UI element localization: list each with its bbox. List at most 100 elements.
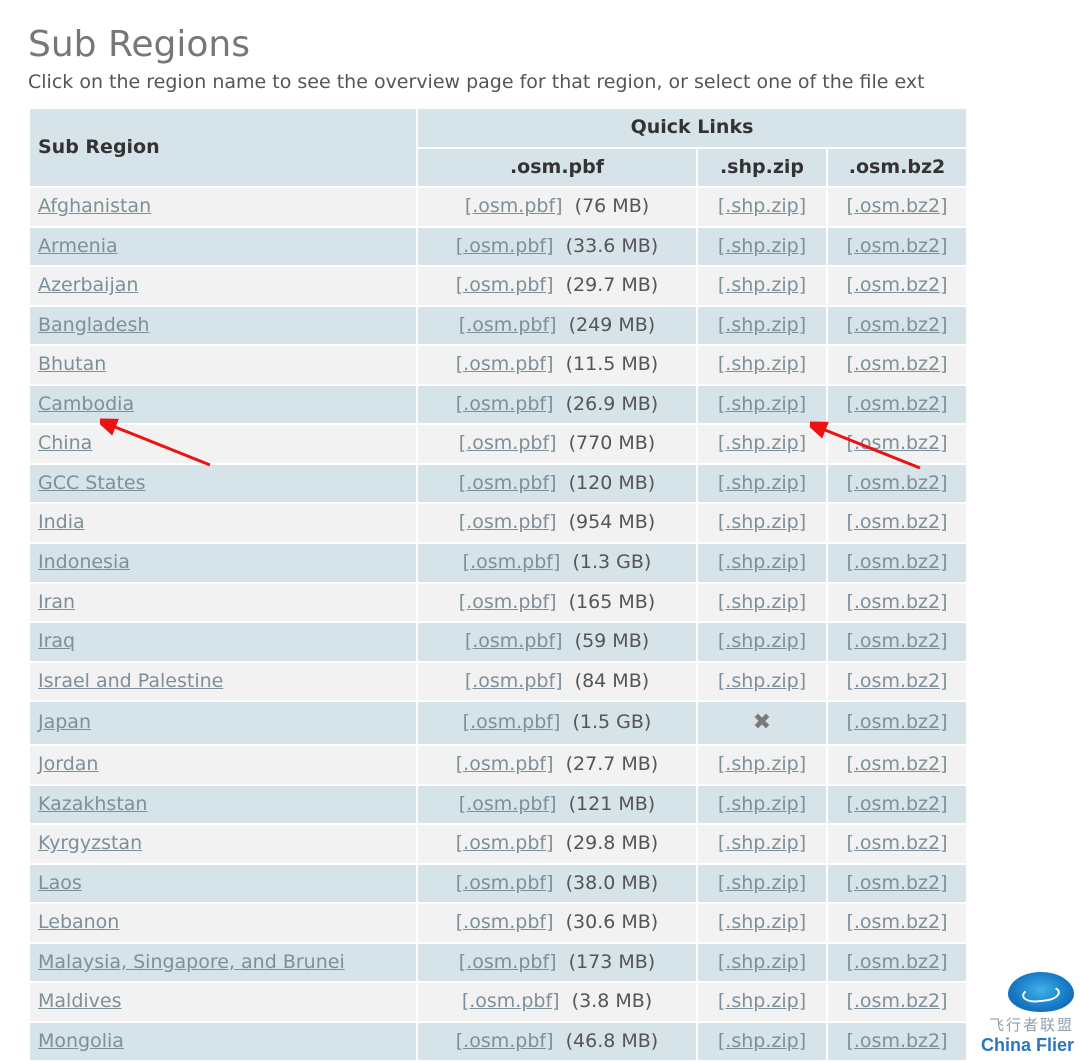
- osm-pbf-link[interactable]: [.osm.pbf]: [459, 591, 557, 613]
- osm-pbf-link[interactable]: [.osm.pbf]: [456, 911, 554, 933]
- osm-pbf-link[interactable]: [.osm.pbf]: [465, 630, 563, 652]
- shp-zip-link[interactable]: [.shp.zip]: [718, 951, 806, 973]
- page-subtitle: Click on the region name to see the over…: [28, 71, 1080, 93]
- region-link[interactable]: Cambodia: [38, 393, 134, 415]
- shp-zip-link[interactable]: [.shp.zip]: [718, 432, 806, 454]
- region-link[interactable]: Malaysia, Singapore, and Brunei: [38, 951, 345, 973]
- osm-pbf-link[interactable]: [.osm.pbf]: [462, 990, 560, 1012]
- osm-bz2-link[interactable]: [.osm.bz2]: [846, 393, 947, 415]
- osm-pbf-link[interactable]: [.osm.pbf]: [463, 551, 561, 573]
- osm-bz2-link[interactable]: [.osm.bz2]: [846, 951, 947, 973]
- shp-zip-link[interactable]: [.shp.zip]: [718, 551, 806, 573]
- file-size: (46.8 MB): [566, 1030, 659, 1052]
- osm-bz2-link[interactable]: [.osm.bz2]: [846, 551, 947, 573]
- osm-bz2-link[interactable]: [.osm.bz2]: [846, 591, 947, 613]
- region-link[interactable]: Lebanon: [38, 911, 119, 933]
- osm-bz2-link[interactable]: [.osm.bz2]: [846, 432, 947, 454]
- shp-zip-link[interactable]: [.shp.zip]: [718, 793, 806, 815]
- shp-zip-link[interactable]: [.shp.zip]: [718, 314, 806, 336]
- shp-zip-link[interactable]: [.shp.zip]: [718, 911, 806, 933]
- file-size: (121 MB): [569, 793, 656, 815]
- osm-bz2-link[interactable]: [.osm.bz2]: [846, 353, 947, 375]
- osm-pbf-link[interactable]: [.osm.pbf]: [456, 753, 554, 775]
- region-link[interactable]: Laos: [38, 872, 82, 894]
- osm-bz2-link[interactable]: [.osm.bz2]: [846, 793, 947, 815]
- osm-pbf-link[interactable]: [.osm.pbf]: [456, 1030, 554, 1052]
- region-link[interactable]: Iran: [38, 591, 75, 613]
- osm-pbf-link[interactable]: [.osm.pbf]: [463, 711, 561, 733]
- osm-pbf-link[interactable]: [.osm.pbf]: [465, 195, 563, 217]
- osm-bz2-link[interactable]: [.osm.bz2]: [846, 911, 947, 933]
- table-row: Lebanon[.osm.pbf] (30.6 MB)[.shp.zip][.o…: [29, 903, 967, 943]
- table-row: India[.osm.pbf] (954 MB)[.shp.zip][.osm.…: [29, 503, 967, 543]
- shp-zip-link[interactable]: [.shp.zip]: [718, 195, 806, 217]
- table-row: Armenia[.osm.pbf] (33.6 MB)[.shp.zip][.o…: [29, 227, 967, 267]
- shp-zip-link[interactable]: [.shp.zip]: [718, 990, 806, 1012]
- region-link[interactable]: Jordan: [38, 753, 98, 775]
- osm-bz2-link[interactable]: [.osm.bz2]: [846, 195, 947, 217]
- shp-zip-link[interactable]: [.shp.zip]: [718, 235, 806, 257]
- osm-pbf-link[interactable]: [.osm.pbf]: [465, 670, 563, 692]
- region-link[interactable]: Japan: [38, 711, 91, 733]
- region-link[interactable]: Indonesia: [38, 551, 130, 573]
- region-link[interactable]: Armenia: [38, 235, 118, 257]
- shp-zip-link[interactable]: [.shp.zip]: [718, 630, 806, 652]
- osm-bz2-link[interactable]: [.osm.bz2]: [846, 1030, 947, 1052]
- col-sub-region: Sub Region: [29, 108, 417, 187]
- osm-pbf-link[interactable]: [.osm.pbf]: [459, 314, 557, 336]
- osm-pbf-link[interactable]: [.osm.pbf]: [456, 353, 554, 375]
- osm-pbf-link[interactable]: [.osm.pbf]: [456, 274, 554, 296]
- region-link[interactable]: GCC States: [38, 472, 146, 494]
- shp-zip-link[interactable]: [.shp.zip]: [718, 353, 806, 375]
- shp-zip-link[interactable]: [.shp.zip]: [718, 753, 806, 775]
- region-link[interactable]: India: [38, 511, 85, 533]
- osm-bz2-link[interactable]: [.osm.bz2]: [846, 753, 947, 775]
- shp-zip-link[interactable]: [.shp.zip]: [718, 472, 806, 494]
- region-link[interactable]: Kyrgyzstan: [38, 832, 142, 854]
- shp-zip-link[interactable]: [.shp.zip]: [718, 670, 806, 692]
- col-quick-links: Quick Links: [417, 108, 967, 148]
- shp-zip-link[interactable]: [.shp.zip]: [718, 393, 806, 415]
- osm-bz2-link[interactable]: [.osm.bz2]: [846, 630, 947, 652]
- osm-pbf-link[interactable]: [.osm.pbf]: [459, 432, 557, 454]
- region-link[interactable]: Iraq: [38, 630, 75, 652]
- region-link[interactable]: China: [38, 432, 92, 454]
- table-row: Bangladesh[.osm.pbf] (249 MB)[.shp.zip][…: [29, 306, 967, 346]
- region-link[interactable]: Israel and Palestine: [38, 670, 223, 692]
- region-link[interactable]: Mongolia: [38, 1030, 124, 1052]
- osm-bz2-link[interactable]: [.osm.bz2]: [846, 711, 947, 733]
- osm-bz2-link[interactable]: [.osm.bz2]: [846, 314, 947, 336]
- file-size: (120 MB): [569, 472, 656, 494]
- shp-zip-link[interactable]: [.shp.zip]: [718, 1030, 806, 1052]
- osm-bz2-link[interactable]: [.osm.bz2]: [846, 872, 947, 894]
- region-link[interactable]: Bangladesh: [38, 314, 149, 336]
- shp-zip-link[interactable]: [.shp.zip]: [718, 872, 806, 894]
- osm-bz2-link[interactable]: [.osm.bz2]: [846, 832, 947, 854]
- shp-zip-link[interactable]: [.shp.zip]: [718, 832, 806, 854]
- table-row: China[.osm.pbf] (770 MB)[.shp.zip][.osm.…: [29, 424, 967, 464]
- osm-bz2-link[interactable]: [.osm.bz2]: [846, 472, 947, 494]
- osm-bz2-link[interactable]: [.osm.bz2]: [846, 670, 947, 692]
- osm-bz2-link[interactable]: [.osm.bz2]: [846, 511, 947, 533]
- region-link[interactable]: Maldives: [38, 990, 122, 1012]
- osm-pbf-link[interactable]: [.osm.pbf]: [456, 393, 554, 415]
- osm-pbf-link[interactable]: [.osm.pbf]: [459, 793, 557, 815]
- region-link[interactable]: Afghanistan: [38, 195, 151, 217]
- osm-bz2-link[interactable]: [.osm.bz2]: [846, 274, 947, 296]
- osm-bz2-link[interactable]: [.osm.bz2]: [846, 990, 947, 1012]
- region-link[interactable]: Bhutan: [38, 353, 106, 375]
- region-link[interactable]: Azerbaijan: [38, 274, 138, 296]
- shp-zip-link[interactable]: [.shp.zip]: [718, 591, 806, 613]
- osm-pbf-link[interactable]: [.osm.pbf]: [459, 951, 557, 973]
- osm-pbf-link[interactable]: [.osm.pbf]: [456, 235, 554, 257]
- shp-zip-link[interactable]: [.shp.zip]: [718, 274, 806, 296]
- osm-pbf-link[interactable]: [.osm.pbf]: [459, 511, 557, 533]
- osm-pbf-link[interactable]: [.osm.pbf]: [456, 872, 554, 894]
- osm-pbf-link[interactable]: [.osm.pbf]: [456, 832, 554, 854]
- region-link[interactable]: Kazakhstan: [38, 793, 147, 815]
- page-title: Sub Regions: [28, 24, 1080, 65]
- osm-bz2-link[interactable]: [.osm.bz2]: [846, 235, 947, 257]
- file-size: (3.8 MB): [572, 990, 653, 1012]
- shp-zip-link[interactable]: [.shp.zip]: [718, 511, 806, 533]
- osm-pbf-link[interactable]: [.osm.pbf]: [459, 472, 557, 494]
